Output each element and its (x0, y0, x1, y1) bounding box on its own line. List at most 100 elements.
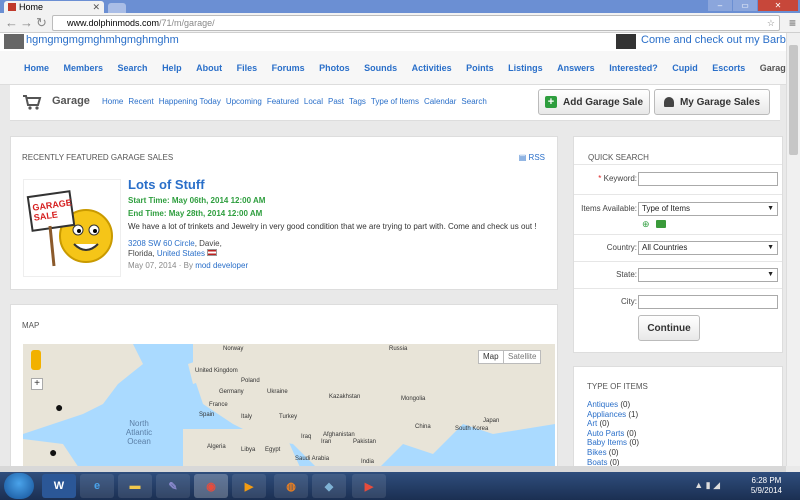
nav-item-forums[interactable]: Forums (272, 63, 305, 73)
type-item-link[interactable]: Appliances (587, 410, 626, 419)
dropdown-arrow-icon: ▼ (767, 271, 774, 278)
forward-icon[interactable]: → (20, 15, 33, 31)
nav-item-sounds[interactable]: Sounds (364, 63, 397, 73)
keyword-input[interactable] (638, 172, 778, 186)
add-garage-sale-button[interactable]: + Add Garage Sale (538, 89, 650, 115)
type-item-link[interactable]: Auto Parts (587, 429, 624, 438)
author-link[interactable]: mod developer (195, 261, 248, 270)
my-garage-sales-button[interactable]: My Garage Sales (654, 89, 770, 115)
browser-toolbar: ← → ↻ www.dolphinmods.com/71/m/garage/ ☆… (0, 13, 800, 33)
garage-link-happening-today[interactable]: Happening Today (159, 97, 221, 106)
pegman-icon[interactable] (31, 350, 41, 370)
garage-link-home[interactable]: Home (102, 97, 123, 106)
bookmark-star-icon[interactable]: ☆ (767, 16, 775, 30)
map-label: Russia (389, 346, 408, 352)
rss-link[interactable]: ▤ RSS (519, 153, 545, 162)
avatar[interactable] (4, 34, 24, 49)
garage-link-past[interactable]: Past (328, 97, 344, 106)
scrollbar-thumb[interactable] (789, 45, 798, 155)
nav-item-cupid[interactable]: Cupid (672, 63, 698, 73)
type-item-link[interactable]: Bikes (587, 448, 607, 457)
firefox-taskbar-icon[interactable]: ◍ (274, 474, 308, 498)
continue-label: Continue (647, 322, 691, 334)
user-marker-icon[interactable]: ● (49, 444, 57, 460)
nav-item-photos[interactable]: Photos (319, 63, 350, 73)
type-item-link[interactable]: Boats (587, 458, 607, 466)
garage-link-local[interactable]: Local (304, 97, 323, 106)
garage-sale-image[interactable]: GARAGE SALE (23, 179, 121, 277)
user-icon (663, 97, 674, 107)
explorer-taskbar-icon[interactable]: ▬ (118, 474, 152, 498)
reload-icon[interactable]: ↻ (36, 15, 47, 31)
new-tab-button[interactable] (108, 3, 126, 13)
nav-item-interested[interactable]: Interested? (609, 63, 658, 73)
close-window-button[interactable]: ✕ (758, 0, 798, 11)
menu-icon[interactable]: ≡ (789, 16, 796, 30)
nav-item-activities[interactable]: Activities (412, 63, 452, 73)
garage-link-search[interactable]: Search (461, 97, 486, 106)
nav-item-home[interactable]: Home (24, 63, 49, 73)
notes-taskbar-icon[interactable]: ◆ (312, 474, 346, 498)
nav-item-about[interactable]: About (196, 63, 222, 73)
nav-item-answers[interactable]: Answers (557, 63, 595, 73)
start-button[interactable] (4, 473, 34, 499)
garage-link-upcoming[interactable]: Upcoming (226, 97, 262, 106)
garage-link-type-of-items[interactable]: Type of Items (371, 97, 419, 106)
page-scrollbar[interactable] (786, 33, 800, 466)
nav-item-help[interactable]: Help (162, 63, 182, 73)
type-item-link[interactable]: Art (587, 419, 597, 428)
satellite-view-button[interactable]: Satellite (503, 350, 542, 364)
state-select[interactable]: ▼ (638, 268, 778, 282)
continue-button[interactable]: Continue (638, 315, 700, 341)
taskbar-clock[interactable]: 6:28 PM 5/9/2014 (751, 476, 782, 496)
city-input[interactable] (638, 295, 778, 309)
sale-description: We have a lot of trinkets and Jewelry in… (128, 222, 537, 231)
address-bar[interactable]: www.dolphinmods.com/71/m/garage/ ☆ (52, 15, 780, 31)
country-link[interactable]: United States (157, 249, 205, 258)
promo-link[interactable]: Come and check out my Barber S (641, 34, 786, 46)
browser-tab[interactable]: Home ✕ (4, 1, 104, 13)
zoom-in-icon[interactable]: + (31, 378, 43, 390)
type-item-link[interactable]: Baby Items (587, 438, 627, 447)
ie-taskbar-icon[interactable]: e (80, 474, 114, 498)
nav-item-files[interactable]: Files (237, 63, 258, 73)
app-taskbar-icon[interactable]: ✎ (156, 474, 190, 498)
system-tray[interactable]: ▲ ▮ ◢ (694, 480, 720, 491)
garage-link-tags[interactable]: Tags (349, 97, 366, 106)
nav-item-escorts[interactable]: Escorts (712, 63, 745, 73)
nav-item-points[interactable]: Points (466, 63, 494, 73)
chrome-taskbar-icon[interactable]: ◉ (194, 474, 228, 498)
type-item: Baby Items (0) (587, 438, 639, 448)
username-link[interactable]: hgmgmgmgmghmhgmghmghm (26, 34, 179, 46)
close-tab-icon[interactable]: ✕ (92, 1, 100, 13)
back-icon[interactable]: ← (5, 15, 18, 31)
type-item-link[interactable]: Antiques (587, 400, 618, 409)
country-select[interactable]: All Countries ▼ (638, 241, 778, 255)
start-time: Start Time: May 06th, 2014 12:00 AM (128, 196, 266, 205)
user-marker-icon[interactable]: ● (55, 399, 63, 415)
maximize-button[interactable]: ▭ (733, 0, 757, 11)
promo-avatar[interactable] (616, 34, 636, 49)
page-viewport: hgmgmgmgmghmhgmghmghm Come and check out… (0, 33, 786, 466)
add-item-icon[interactable]: ⊕ (642, 219, 650, 230)
sale-title-link[interactable]: Lots of Stuff (128, 177, 205, 192)
media-taskbar-icon[interactable]: ▶ (232, 474, 266, 498)
nav-item-garage[interactable]: Garage (760, 63, 786, 73)
world-map[interactable]: Map Satellite + ● ● Norway Russia United K… (23, 344, 555, 466)
folder-icon[interactable] (656, 220, 666, 228)
map-view-button[interactable]: Map (478, 350, 504, 364)
garage-link-featured[interactable]: Featured (267, 97, 299, 106)
nav-item-members[interactable]: Members (64, 63, 104, 73)
items-select[interactable]: Type of Items ▼ (638, 202, 778, 216)
minimize-button[interactable]: – (708, 0, 732, 11)
garage-link-calendar[interactable]: Calendar (424, 97, 456, 106)
nav-item-search[interactable]: Search (118, 63, 148, 73)
nav-item-listings[interactable]: Listings (508, 63, 543, 73)
rss-label: RSS (528, 153, 545, 162)
user-strip: hgmgmgmgmghmhgmghmghm Come and check out… (0, 33, 786, 51)
youtube-taskbar-icon[interactable]: ▶ (352, 474, 386, 498)
street-link[interactable]: 3208 SW 60 Circle (128, 239, 195, 248)
garage-link-recent[interactable]: Recent (128, 97, 153, 106)
word-taskbar-icon[interactable]: W (42, 474, 76, 498)
map-label: Germany (219, 389, 244, 395)
